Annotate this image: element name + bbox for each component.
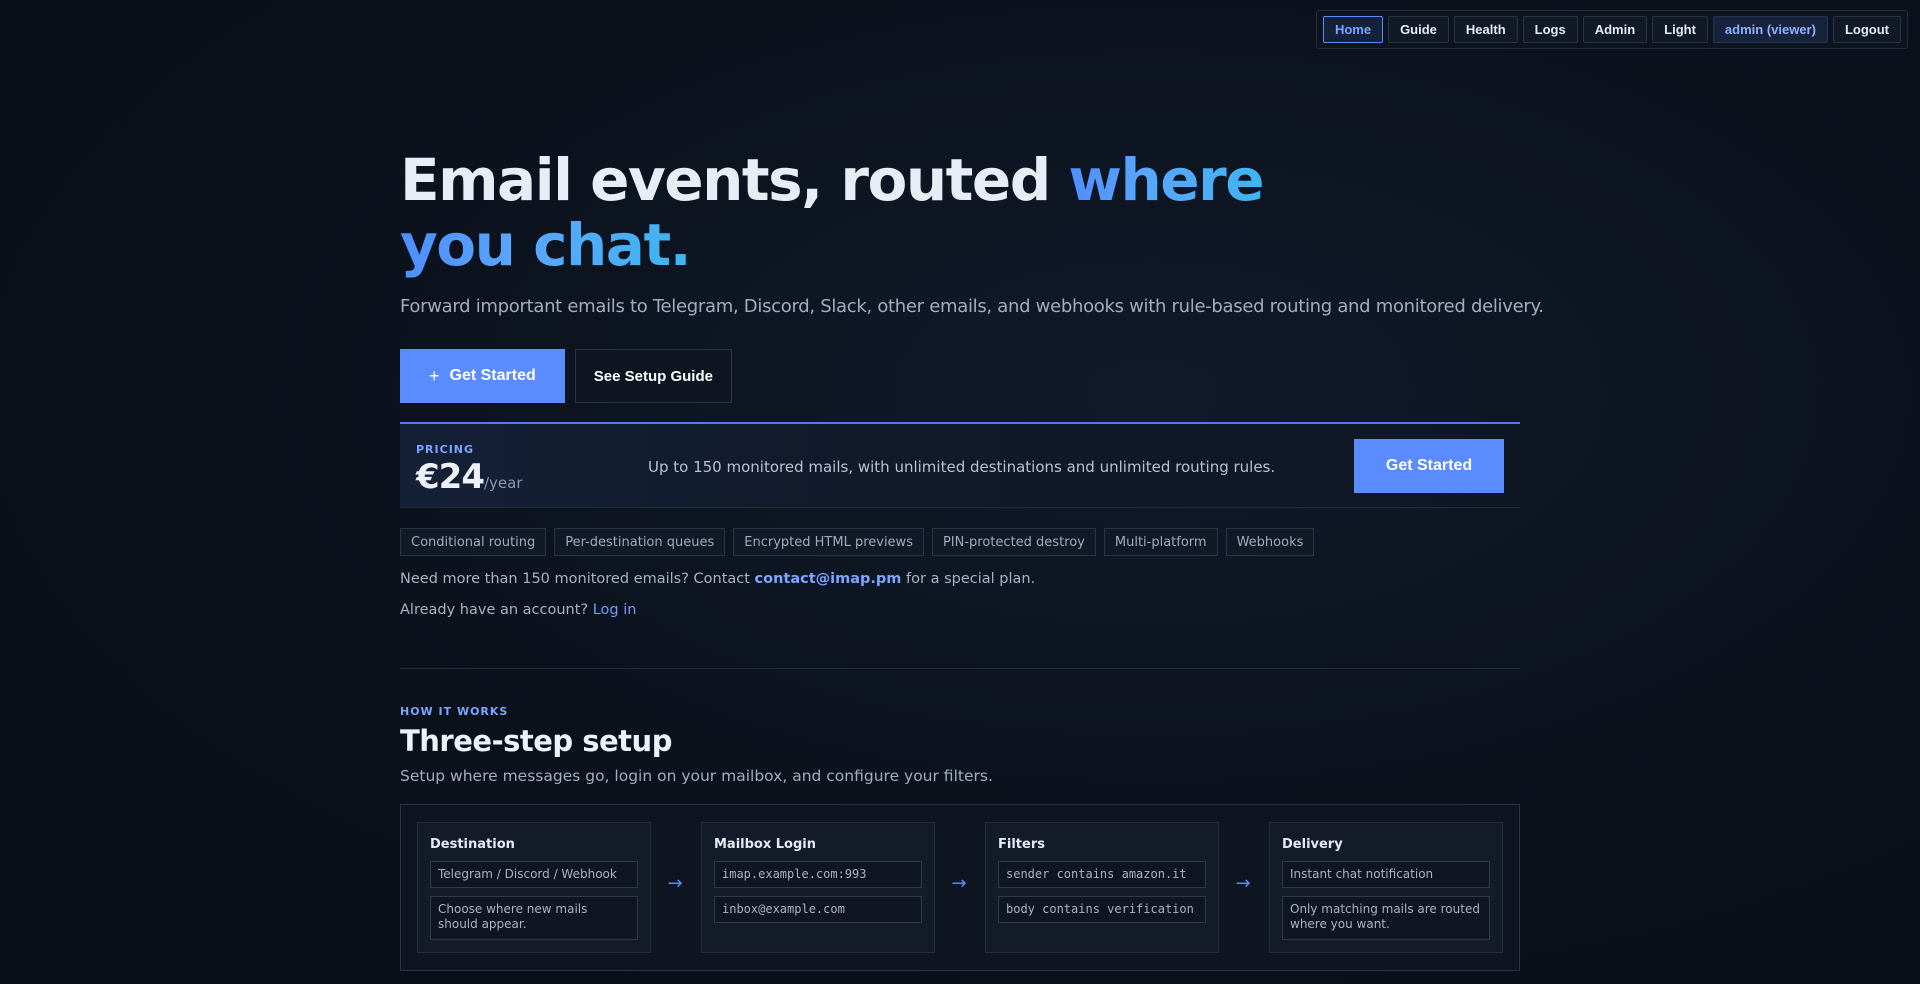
hero-title-accent-2: you chat. xyxy=(400,211,692,279)
step-mailbox-login: Mailbox Login imap.example.com:993 inbox… xyxy=(701,822,935,953)
step-delivery: Delivery Instant chat notification Only … xyxy=(1269,822,1503,953)
step-filters: Filters sender contains amazon.it body c… xyxy=(985,822,1219,953)
feature-chip: PIN-protected destroy xyxy=(931,528,1096,556)
pricing-banner: PRICING €24/year Up to 150 monitored mai… xyxy=(400,422,1520,508)
section-divider xyxy=(400,668,1520,669)
step-field: Choose where new mails should appear. xyxy=(430,896,638,940)
hero-title-plain: Email events, routed xyxy=(400,146,1069,214)
steps-panel: Destination Telegram / Discord / Webhook… xyxy=(400,804,1520,971)
nav-health-button[interactable]: Health xyxy=(1453,16,1518,43)
hero-cta-row: + Get Started See Setup Guide xyxy=(400,349,732,403)
step-title: Destination xyxy=(430,837,515,852)
step-field: Only matching mails are routed where you… xyxy=(1282,896,1490,940)
logout-button[interactable]: Logout xyxy=(1832,16,1901,43)
step-title: Filters xyxy=(998,837,1045,852)
contact-text-after: for a special plan. xyxy=(901,571,1036,587)
nav-logs-button[interactable]: Logs xyxy=(1522,16,1578,43)
nav-admin-button[interactable]: Admin xyxy=(1582,16,1648,43)
contact-note: Need more than 150 monitored emails? Con… xyxy=(400,571,1035,587)
feature-list: Conditional routing Per-destination queu… xyxy=(400,528,1315,556)
nav-home-button[interactable]: Home xyxy=(1322,16,1384,43)
arrow-right-icon: → xyxy=(667,873,683,894)
nav-guide-button[interactable]: Guide xyxy=(1388,16,1449,43)
step-field: Telegram / Discord / Webhook xyxy=(430,861,638,888)
price: €24/year xyxy=(416,457,523,497)
step-field: body contains verification xyxy=(998,896,1206,923)
step-destination: Destination Telegram / Discord / Webhook… xyxy=(417,822,651,953)
pricing-label: PRICING xyxy=(416,443,475,456)
contact-text: Need more than 150 monitored emails? Con… xyxy=(400,571,755,587)
step-title: Mailbox Login xyxy=(714,837,817,852)
feature-chip: Multi-platform xyxy=(1103,528,1218,556)
theme-toggle-button[interactable]: Light xyxy=(1652,16,1708,43)
setup-guide-button[interactable]: See Setup Guide xyxy=(574,349,732,403)
how-title: Three-step setup xyxy=(400,724,672,758)
user-account-button[interactable]: admin (viewer) xyxy=(1712,16,1828,43)
arrow-right-icon: → xyxy=(1235,873,1251,894)
step-field: imap.example.com:993 xyxy=(714,861,922,888)
step-field: inbox@example.com xyxy=(714,896,922,923)
feature-chip: Webhooks xyxy=(1225,528,1315,556)
login-note: Already have an account? Log in xyxy=(400,602,636,618)
price-unit: /year xyxy=(483,474,523,492)
login-link[interactable]: Log in xyxy=(593,602,637,618)
pricing-get-started-button[interactable]: Get Started xyxy=(1354,439,1504,493)
step-field: sender contains amazon.it xyxy=(998,861,1206,888)
arrow-right-icon: → xyxy=(951,873,967,894)
get-started-button[interactable]: + Get Started xyxy=(400,349,565,403)
how-eyebrow: HOW IT WORKS xyxy=(400,705,509,718)
top-nav: Home Guide Health Logs Admin Light admin… xyxy=(1315,10,1908,49)
step-title: Delivery xyxy=(1282,837,1343,852)
pricing-description: Up to 150 monitored mails, with unlimite… xyxy=(648,458,1276,476)
price-amount: €24 xyxy=(416,457,485,497)
get-started-label: Get Started xyxy=(449,367,536,384)
feature-chip: Encrypted HTML previews xyxy=(733,528,924,556)
feature-chip: Conditional routing xyxy=(400,528,547,556)
hero-title: Email events, routed where you chat. xyxy=(400,148,1300,278)
plus-icon: + xyxy=(429,365,440,386)
contact-email-link[interactable]: contact@imap.pm xyxy=(755,571,902,587)
login-text: Already have an account? xyxy=(400,602,593,618)
hero-title-accent-1: where xyxy=(1068,146,1264,214)
step-field: Instant chat notification xyxy=(1282,861,1490,888)
hero-subtitle: Forward important emails to Telegram, Di… xyxy=(400,296,1544,317)
how-subtitle: Setup where messages go, login on your m… xyxy=(400,767,993,785)
feature-chip: Per-destination queues xyxy=(554,528,726,556)
